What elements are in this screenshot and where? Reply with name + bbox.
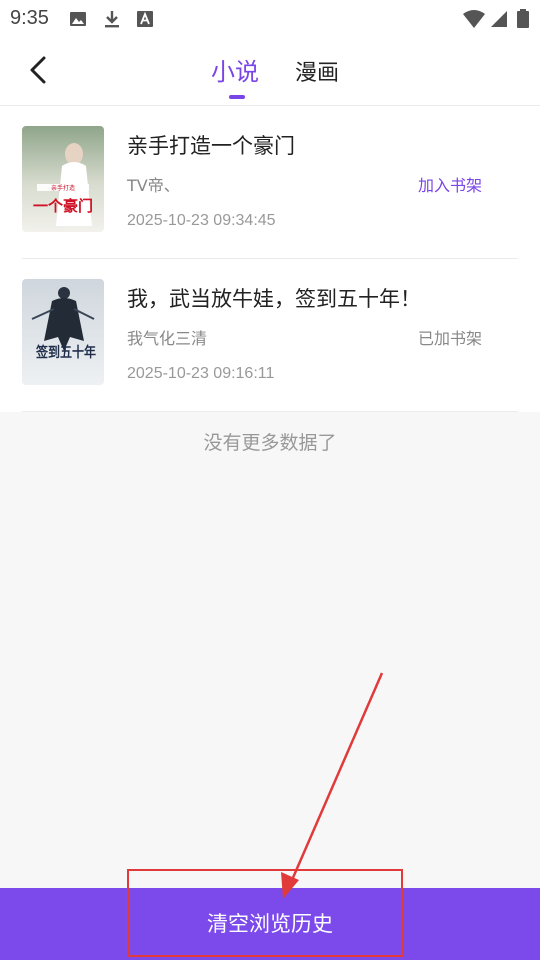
add-to-shelf-button[interactable]: 加入书架 (418, 172, 482, 196)
status-time: 9:35 (10, 7, 49, 29)
battery-icon (517, 9, 529, 28)
back-button[interactable] (22, 52, 58, 88)
top-nav: 小说 漫画 (0, 38, 540, 106)
book-title[interactable]: 亲手打造一个豪门 (127, 130, 295, 160)
svg-text:签到五十年: 签到五十年 (35, 344, 96, 361)
added-to-shelf-label: 已加书架 (417, 329, 482, 348)
tab-comic[interactable]: 漫画 (295, 55, 339, 87)
list-item[interactable]: 签到五十年 我，武当放牛娃，签到五十年！ 我气化三清 已加书架 2025-10-… (22, 259, 518, 412)
no-more-data-text: 没有更多数据了 (203, 432, 337, 454)
svg-text:一个豪门: 一个豪门 (33, 197, 93, 215)
read-time: 2025-10-23 09:34:45 (127, 212, 276, 229)
book-author: TV帝、 (127, 176, 180, 195)
svg-text:亲手打造: 亲手打造 (51, 184, 75, 192)
font-a-icon (137, 11, 153, 27)
download-icon (105, 11, 119, 28)
signal-icon (491, 11, 507, 27)
clear-history-button[interactable]: 清空浏览历史 (0, 888, 540, 960)
history-list: 亲手打造 一个豪门 亲手打造一个豪门 TV帝、 加入书架 2025-10-23 … (0, 106, 540, 412)
read-time: 2025-10-23 09:16:11 (127, 365, 275, 382)
active-tab-indicator (229, 95, 245, 99)
book-title[interactable]: 我，武当放牛娃，签到五十年！ (127, 283, 421, 313)
image-icon (70, 12, 86, 26)
status-bar: 9:35 (0, 0, 540, 38)
book-author: 我气化三清 (127, 329, 208, 348)
book-cover[interactable]: 签到五十年 (22, 279, 104, 385)
list-item[interactable]: 亲手打造 一个豪门 亲手打造一个豪门 TV帝、 加入书架 2025-10-23 … (22, 106, 518, 259)
tab-novel[interactable]: 小说 (211, 52, 259, 87)
book-cover[interactable]: 亲手打造 一个豪门 (22, 126, 104, 232)
wifi-icon (463, 10, 485, 28)
